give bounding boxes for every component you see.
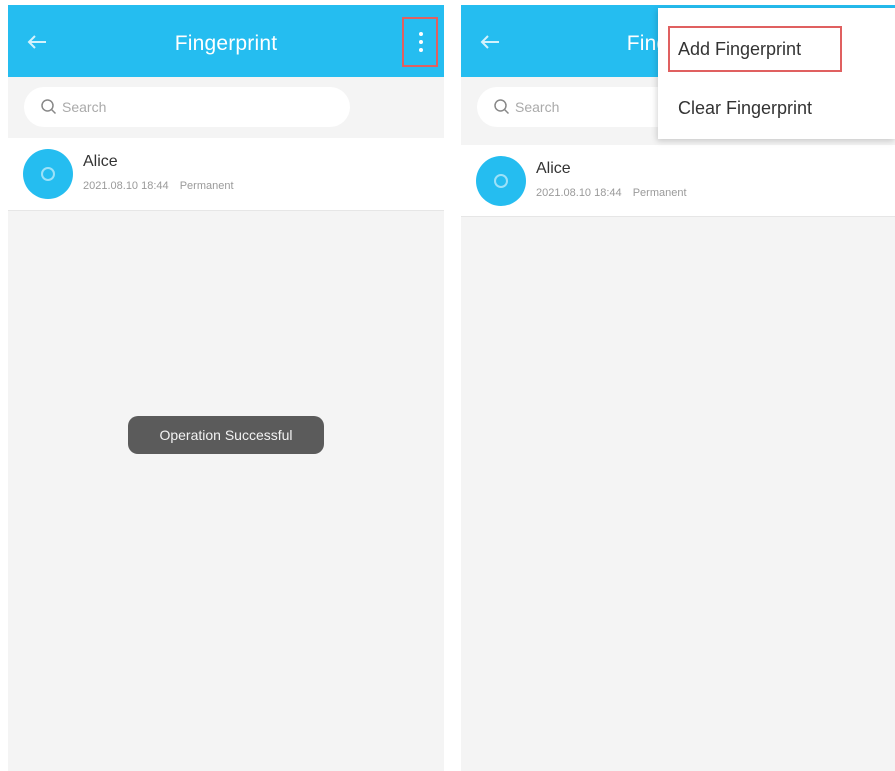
- menu-item-label: Clear Fingerprint: [678, 98, 813, 118]
- menu-item-add-fingerprint[interactable]: Add Fingerprint: [658, 24, 895, 74]
- item-meta: 2021.08.10 18:44 Permanent: [536, 187, 687, 199]
- page-title: Fingerprint: [174, 32, 278, 55]
- fingerprint-avatar-icon: [23, 149, 73, 199]
- screen-fingerprint-menu: Fingerprint Alice 2021.08.10 18:44 Perma…: [461, 5, 895, 771]
- search-bar[interactable]: [24, 87, 350, 127]
- search-icon: [41, 99, 57, 115]
- screen-fingerprint-list: Fingerprint Alice 2021.08.10 18:44 Perma…: [8, 5, 444, 771]
- item-datetime: 2021.08.10 18:44: [83, 180, 169, 192]
- item-validity: Permanent: [179, 180, 234, 192]
- item-datetime: 2021.08.10 18:44: [536, 187, 622, 199]
- highlight-box: [668, 26, 842, 72]
- more-options-button[interactable]: [402, 17, 438, 67]
- search-input[interactable]: [62, 87, 322, 127]
- list-item[interactable]: Alice 2021.08.10 18:44 Permanent: [8, 138, 444, 211]
- app-header: Fingerprint: [8, 5, 444, 77]
- options-menu: Add Fingerprint Clear Fingerprint: [658, 8, 895, 139]
- user-name: Alice: [83, 153, 118, 170]
- item-meta: 2021.08.10 18:44 Permanent: [83, 180, 234, 192]
- user-name: Alice: [536, 160, 571, 177]
- item-validity: Permanent: [632, 187, 687, 199]
- fingerprint-avatar-icon: [476, 156, 526, 206]
- list-item[interactable]: Alice 2021.08.10 18:44 Permanent: [461, 145, 895, 217]
- menu-item-clear-fingerprint[interactable]: Clear Fingerprint: [658, 83, 895, 133]
- search-icon: [494, 99, 510, 115]
- toast-message: Operation Successful: [128, 416, 324, 454]
